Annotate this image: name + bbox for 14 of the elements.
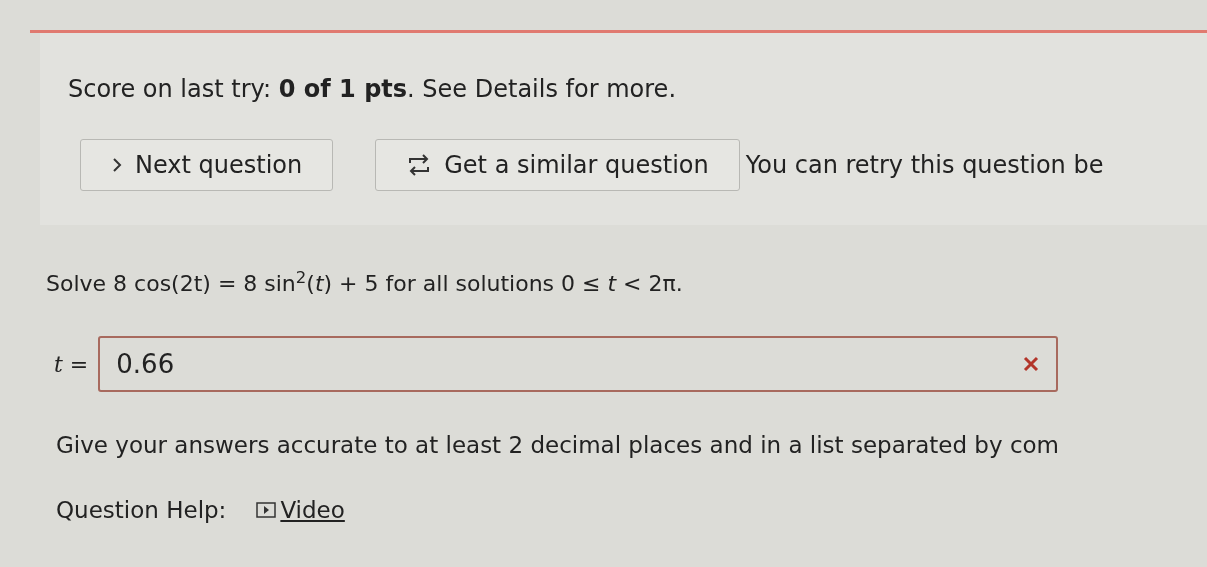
next-question-button[interactable]: Next question [80, 139, 334, 191]
play-icon [256, 501, 277, 518]
question-text: Solve 8 cos(2t) = 8 sin$^{2}$(t) + 5 for all solutions 0 ≤ t < 2π. [46, 267, 684, 298]
similar-question-button[interactable]: Get a similar question [375, 139, 740, 191]
instructions-text: Give your answers accurate to at least 2 decimal places and in a list separated by com [56, 431, 1060, 460]
cross-icon [1022, 355, 1041, 373]
chevron-right-icon [111, 156, 123, 174]
answer-label: t = [54, 350, 89, 379]
answer-field[interactable]: 0.66 [98, 336, 1059, 392]
answer-value: 0.66 [116, 347, 175, 381]
help-label: Question Help: [56, 495, 227, 525]
score-text: Score on last try: 0 of 1 pts. See Details for more. [68, 74, 677, 105]
video-link[interactable]: Video [256, 492, 345, 527]
retry-note: You can retry this question be [745, 150, 1104, 181]
